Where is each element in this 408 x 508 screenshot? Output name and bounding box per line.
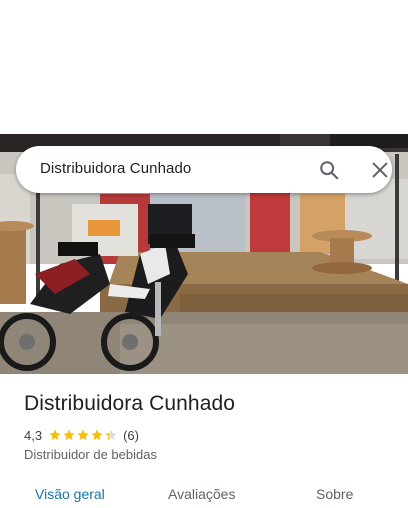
- tab-reviews[interactable]: Avaliações: [168, 486, 235, 502]
- tab-overview[interactable]: Visão geral: [35, 486, 105, 502]
- search-icon[interactable]: [318, 159, 340, 181]
- place-title: Distribuidora Cunhado: [24, 392, 236, 415]
- star-icon: [91, 429, 103, 440]
- star-icon: [49, 429, 61, 440]
- star-icon: [105, 429, 117, 440]
- search-input[interactable]: Distribuidora Cunhado: [40, 160, 191, 177]
- rating-value: 4,3: [24, 427, 43, 443]
- search-bar[interactable]: Distribuidora Cunhado: [16, 146, 392, 193]
- place-category[interactable]: Distribuidor de bebidas: [24, 447, 157, 462]
- rating-stars: [48, 428, 118, 442]
- star-icon: [77, 429, 89, 440]
- star-icon: [63, 429, 75, 440]
- rating-row[interactable]: 4,3 (6): [24, 426, 139, 444]
- close-icon[interactable]: [369, 159, 391, 181]
- review-count[interactable]: (6): [123, 428, 139, 443]
- tab-about[interactable]: Sobre: [316, 486, 353, 502]
